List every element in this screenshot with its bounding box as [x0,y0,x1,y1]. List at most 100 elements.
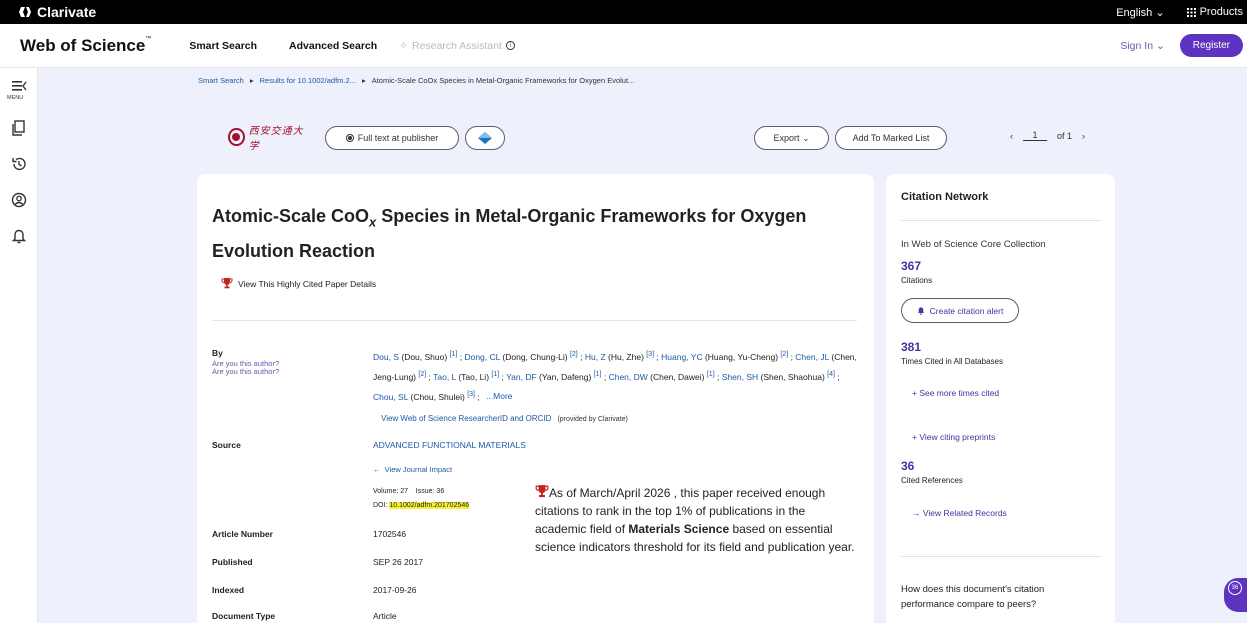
wos-navbar: Web of Science™ Smart Search Advanced Se… [0,24,1247,68]
view-citing-preprints-link[interactable]: + View citing preprints [912,432,995,442]
cited-references-count[interactable]: 36 [901,459,914,473]
all-databases-count[interactable]: 381 [901,340,921,354]
history-icon[interactable] [9,154,29,174]
breadcrumb-chevron-icon: ▸ [249,76,254,85]
add-to-marked-list-button[interactable]: Add To Marked List [835,126,947,150]
author-full-name: (Chen, Dawei) [647,371,707,382]
profile-icon[interactable] [9,190,29,210]
menu-toggle-icon[interactable] [9,76,29,96]
arrow-left-icon: ← [373,465,385,474]
journal-impact-label: View Journal Impact [384,465,453,474]
hc-field: Materials Science [628,522,730,536]
full-text-icon [345,134,354,142]
volume-issue: Volume: 27 Issue: 36 [373,488,445,495]
author-full-name: (Shen, Shaohua) [758,371,828,382]
doi-value[interactable]: 10.1002/adfm.201702546 [389,502,470,509]
all-databases-label: Times Cited in All Databases [901,357,1003,366]
export-button[interactable]: Export ⌄ [754,126,829,150]
highly-cited-link[interactable]: View This Highly Cited Paper Details [221,278,376,289]
author-list: Dou, S (Dou, Shuo) [1] ; Dong, CL (Dong,… [373,346,863,405]
nav-research-assistant[interactable]: ✧ Research Assistant i [399,40,515,52]
researcher-id-link[interactable]: View Web of Science ResearcherID and ORC… [381,414,628,423]
bell-icon [917,307,924,315]
clarivate-topbar: Clarivate English ⌄ Products [0,0,1247,24]
by-label: By [212,348,223,358]
author-link[interactable]: Dou, S [373,352,399,362]
next-record-icon[interactable]: › [1082,131,1085,141]
author-separator: ; [474,391,483,402]
grid-icon [1186,7,1196,17]
author-full-name: (Dou, Shuo) [399,351,450,362]
author-affiliation[interactable]: [2] [418,371,426,378]
university-seal-icon [228,128,245,146]
products-menu[interactable]: Products [1186,6,1243,18]
author-separator: ; [714,371,722,382]
unpaywall-button[interactable] [465,126,505,150]
breadcrumb-results[interactable]: Results for 10.1002/adfm.2... [260,76,356,85]
notification-badge: 36 [1228,581,1242,595]
author-link[interactable]: Chen, JL [795,352,829,362]
wos-logo-text: Web of Science [20,35,146,55]
source-journal-link[interactable]: ADVANCED FUNCTIONAL MATERIALS [373,440,526,450]
nav-advanced-search[interactable]: Advanced Search [289,40,377,52]
record-card: Atomic-Scale CoOx Species in Metal-Organ… [197,174,874,623]
author-claim[interactable]: Are you this author? Are you this author… [212,360,279,376]
author-affiliation[interactable]: [4] [827,371,835,378]
see-more-times-cited-link[interactable]: + See more times cited [912,388,999,398]
provided-by-label: (provided by Clarivate) [557,416,628,423]
research-assistant-label: Research Assistant [411,39,502,52]
info-icon: i [505,41,515,50]
section-divider [901,220,1101,221]
sign-in-menu[interactable]: Sign In ⌄ [1120,40,1164,52]
nav-smart-search[interactable]: Smart Search [189,40,257,52]
more-authors-link[interactable]: ...More [486,391,512,401]
register-button[interactable]: Register [1179,34,1243,57]
breadcrumb: Smart Search ▸ Results for 10.1002/adfm.… [198,76,634,85]
wos-logo-tm: ™ [145,35,152,42]
peer-comparison-question: How does this document's citation perfor… [901,584,1045,610]
citations-label: Citations [901,276,933,285]
author-affiliation[interactable]: [3] [646,351,654,358]
author-link[interactable]: Chou, SL [373,391,408,401]
breadcrumb-smart-search[interactable]: Smart Search [198,76,244,85]
sparkle-icon: ✧ [399,39,408,52]
record-pager: ‹ 1 of 1 › [1010,130,1085,141]
author-link[interactable]: Yan, DF [506,372,537,382]
published-value: SEP 26 2017 [373,557,423,567]
language-selector[interactable]: English ⌄ [1116,6,1164,19]
full-text-button[interactable]: Full text at publisher [325,126,459,150]
help-chat-bubble[interactable]: 36 [1224,578,1247,612]
journal-impact-link[interactable]: ← View Journal Impact [373,465,452,474]
author-affiliation[interactable]: [3] [467,391,475,398]
author-link[interactable]: Shen, SH [722,372,758,382]
section-divider [212,320,857,321]
citations-count[interactable]: 367 [901,259,921,273]
author-affiliation[interactable]: [1] [707,371,715,378]
author-link[interactable]: Huang, YC [661,352,702,362]
institution-logo[interactable]: 西安交通大学 [228,126,308,152]
notifications-bell-icon[interactable] [9,226,29,246]
author-affiliation[interactable]: [2] [570,351,578,358]
author-link[interactable]: Tao, L [433,372,456,382]
author-link[interactable]: Dong, CL [464,352,500,362]
breadcrumb-chevron-icon: ▸ [361,76,366,85]
highly-cited-notice: As of March/April 2026 , this paper rece… [535,484,855,556]
marked-list-icon[interactable] [9,118,29,138]
author-full-name: (Dong, Chung-Li) [500,351,570,362]
indexed-label: Indexed [212,585,245,595]
previous-record-icon[interactable]: ‹ [1010,131,1013,141]
trophy-icon [535,485,549,498]
wos-logo[interactable]: Web of Science™ [20,36,151,56]
create-citation-alert-button[interactable]: Create citation alert [901,298,1019,323]
clarivate-logo-icon [19,7,31,17]
author-link[interactable]: Chen, DW [609,372,648,382]
clarivate-brand[interactable]: Clarivate [18,4,96,20]
view-related-records-link[interactable]: → View Related Records [912,508,1007,518]
author-link[interactable]: Hu, Z [585,352,606,362]
document-type-label: Document Type [212,611,276,621]
page-number-input[interactable]: 1 [1023,130,1047,141]
unpaywall-icon [478,132,492,144]
are-you-author-link[interactable]: Are you this author? [212,368,279,376]
indexed-value: 2017-09-26 [373,585,417,595]
products-label: Products [1199,6,1243,18]
